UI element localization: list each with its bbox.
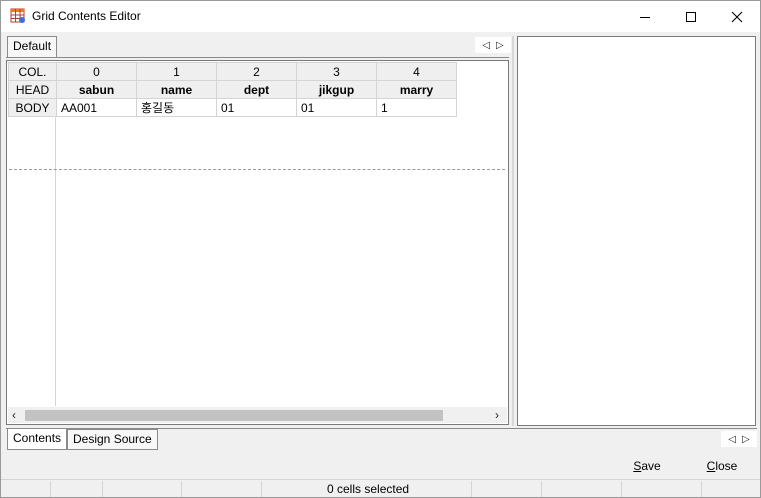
status-separator: [621, 481, 622, 497]
row-header-divider: [55, 116, 56, 406]
body-cell-marry[interactable]: 1: [376, 98, 457, 117]
save-label: ave: [641, 459, 661, 473]
status-separator: [261, 481, 262, 497]
close-window-button[interactable]: [714, 1, 760, 32]
grid-canvas[interactable]: COL. 0 1 2 3 4 HEAD sabun name dept jikg…: [6, 60, 509, 425]
tab-strip-divider: [6, 57, 509, 58]
page-break-line: [9, 169, 505, 170]
row-label-head: HEAD: [8, 80, 57, 99]
body-cell-dept[interactable]: 01: [216, 98, 297, 117]
tab-design-source[interactable]: Design Source: [67, 429, 158, 450]
bottom-tab-scroll-right-icon[interactable]: ▷: [742, 434, 750, 445]
status-bar: 0 cells selected: [1, 479, 760, 497]
tab-scroll-right-icon[interactable]: ▷: [496, 40, 504, 51]
grid-app-icon: [10, 8, 25, 23]
bottom-tab-scroll-left-icon[interactable]: ◁: [728, 434, 736, 445]
row-label-col: COL.: [8, 62, 57, 81]
close-icon: [731, 11, 743, 22]
col-index-2[interactable]: 2: [216, 62, 297, 81]
close-label: lose: [715, 459, 738, 473]
scroll-left-icon[interactable]: ‹: [12, 408, 16, 422]
properties-panel: [517, 36, 756, 426]
tab-contents[interactable]: Contents: [7, 429, 68, 450]
body-cell-name[interactable]: 홍길동: [136, 98, 217, 117]
col-index-0[interactable]: 0: [56, 62, 137, 81]
editor-window: Grid Contents Editor Default ◁ ▷ COL. 0 …: [0, 0, 761, 498]
col-index-4[interactable]: 4: [376, 62, 457, 81]
tab-default[interactable]: Default: [7, 36, 58, 58]
status-separator: [701, 481, 702, 497]
head-cell-sabun[interactable]: sabun: [56, 80, 137, 99]
head-cell-jikgup[interactable]: jikgup: [296, 80, 377, 99]
status-separator: [50, 481, 51, 497]
status-separator: [181, 481, 182, 497]
panel-splitter[interactable]: [512, 36, 514, 426]
scroll-right-icon[interactable]: ›: [495, 408, 499, 422]
save-button[interactable]: Save: [621, 459, 673, 475]
status-separator: [102, 481, 103, 497]
head-cell-marry[interactable]: marry: [376, 80, 457, 99]
bottom-tab-scroll-arrows: ◁ ▷: [721, 431, 757, 447]
row-label-body: BODY: [8, 98, 57, 117]
minimize-icon: [640, 16, 650, 18]
scrollbar-thumb[interactable]: [25, 410, 443, 421]
col-index-row: COL. 0 1 2 3 4: [8, 62, 457, 81]
col-index-1[interactable]: 1: [136, 62, 217, 81]
head-cell-dept[interactable]: dept: [216, 80, 297, 99]
col-index-3[interactable]: 3: [296, 62, 377, 81]
body-row: BODY AA001 홍길동 01 01 1: [8, 98, 457, 117]
maximize-button[interactable]: [668, 1, 714, 32]
status-separator: [471, 481, 472, 497]
body-cell-jikgup[interactable]: 01: [296, 98, 377, 117]
tab-scroll-arrows: ◁ ▷: [475, 37, 511, 53]
status-separator: [541, 481, 542, 497]
head-cell-name[interactable]: name: [136, 80, 217, 99]
close-button[interactable]: Close: [696, 459, 748, 475]
status-text: 0 cells selected: [327, 482, 410, 496]
grid-table: COL. 0 1 2 3 4 HEAD sabun name dept jikg…: [8, 62, 457, 117]
maximize-icon: [686, 11, 696, 22]
head-row: HEAD sabun name dept jikgup marry: [8, 80, 457, 99]
title-bar: Grid Contents Editor: [1, 1, 760, 32]
body-cell-sabun[interactable]: AA001: [56, 98, 137, 117]
tab-scroll-left-icon[interactable]: ◁: [482, 40, 490, 51]
window-title: Grid Contents Editor: [32, 9, 141, 23]
minimize-button[interactable]: [622, 1, 668, 32]
horizontal-scrollbar[interactable]: ‹ ›: [8, 407, 507, 423]
